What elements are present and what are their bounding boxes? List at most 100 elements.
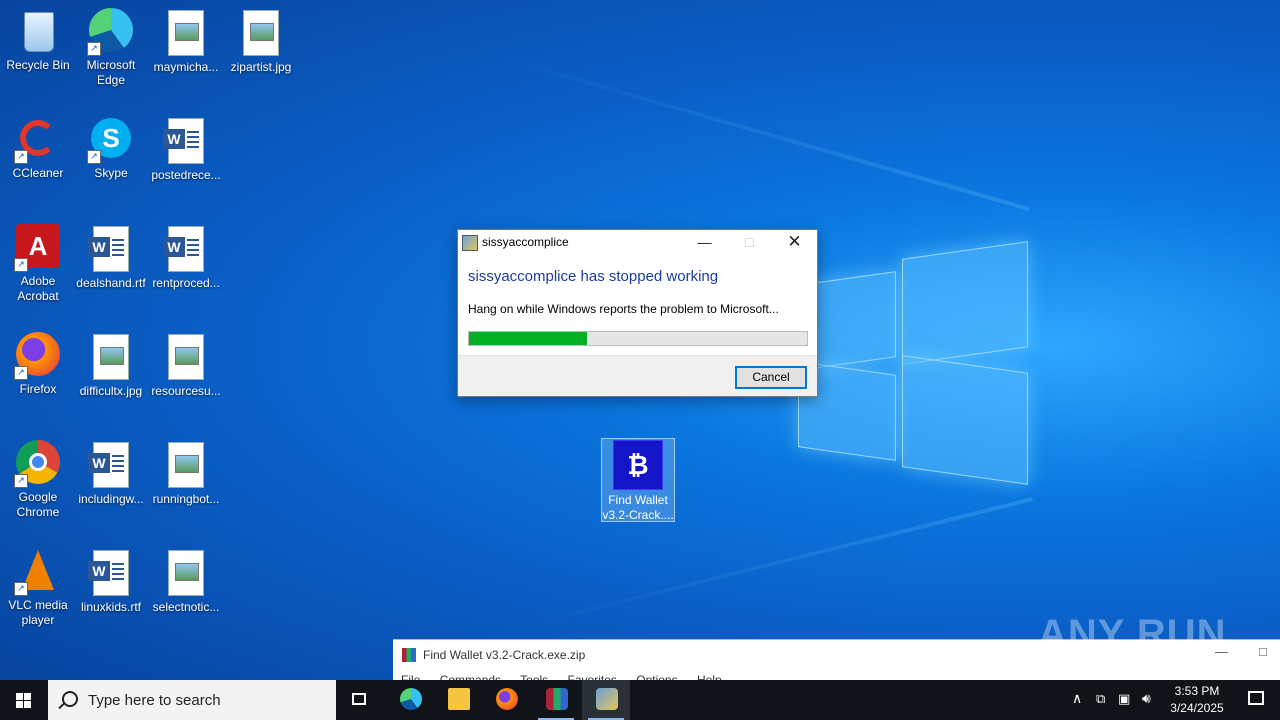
desktop-icon-label: postedrece... [151,168,221,182]
desktop-icon-ccleaner[interactable]: ↗ CCleaner [0,116,76,181]
taskbar-winrar[interactable] [532,680,580,720]
desktop-icon-linuxkids[interactable]: W linuxkids.rtf [73,548,149,615]
security-icon[interactable]: ⧉ [1096,691,1105,707]
task-view-button[interactable] [336,680,384,720]
desktop-icon-label: CCleaner [12,166,64,180]
desktop-icon-zipartist[interactable]: zipartist.jpg [223,8,299,75]
desktop-icon-runningbot[interactable]: runningbot... [148,440,224,507]
maximize-button: □ [745,234,754,250]
shortcut-arrow-icon: ↗ [14,150,28,164]
dialog-title: sissyaccomplice [482,235,569,249]
network-icon[interactable]: ▣ [1118,691,1130,707]
chevron-up-icon[interactable]: ∧ [1072,690,1082,707]
firefox-icon: ↗ [14,332,62,380]
skype-icon: S ↗ [87,116,135,164]
winrar-icon [402,648,416,662]
shortcut-arrow-icon: ↗ [14,582,28,596]
edge-icon: ↗ [87,8,135,56]
search-placeholder: Type here to search [88,692,221,709]
taskbar-clock[interactable]: 3:53 PM 3/24/2025 [1166,683,1228,717]
edge-icon [400,688,422,710]
taskbar-edge[interactable] [386,680,434,720]
windows-logo-wallpaper [790,240,1030,485]
firefox-icon [496,688,518,710]
desktop-icon-adobe-acrobat[interactable]: A ↗ Adobe Acrobat [0,224,76,304]
image-file-icon [162,334,210,382]
shortcut-arrow-icon: ↗ [14,474,28,488]
desktop-icon-selectnotic[interactable]: selectnotic... [148,548,224,615]
desktop-icon-dealshand[interactable]: W dealshand.rtf [73,224,149,291]
desktop-icon-microsoft-edge[interactable]: ↗ Microsoft Edge [73,8,149,88]
shortcut-arrow-icon: ↗ [14,258,28,272]
taskbar-sissyaccomplice[interactable] [582,680,630,720]
desktop-icon-includingw[interactable]: W includingw... [73,440,149,507]
task-view-icon [352,693,366,705]
desktop-icon-postedrece[interactable]: W postedrece... [148,116,224,183]
word-document-icon: W [87,550,135,598]
dialog-message: Hang on while Windows reports the proble… [468,302,779,316]
desktop-icon-maymicha[interactable]: maymicha... [148,8,224,75]
shortcut-arrow-icon: ↗ [87,42,101,56]
desktop-icon-skype[interactable]: S ↗ Skype [73,116,149,181]
word-document-icon: W [162,226,210,274]
desktop-icon-difficultx[interactable]: difficultx.jpg [73,332,149,399]
desktop-icon-label: VLC media player [8,598,68,627]
clock-time: 3:53 PM [1174,684,1220,698]
desktop-icon-google-chrome[interactable]: ↗ Google Chrome [0,440,76,520]
taskbar-firefox[interactable] [482,680,530,720]
desktop-icon-rentproced[interactable]: W rentproced... [148,224,224,291]
desktop-icon-label: Firefox [19,382,57,396]
desktop-icon-vlc[interactable]: ↗ VLC media player [0,548,76,628]
desktop-icon-resourcesu[interactable]: resourcesu... [148,332,224,399]
shortcut-arrow-icon: ↗ [87,150,101,164]
winrar-icon [546,688,568,710]
app-icon [596,688,618,710]
clock-date: 3/24/2025 [1170,701,1224,715]
desktop-icon-label: Adobe Acrobat [17,274,59,303]
close-button[interactable]: ✕ [772,230,817,254]
desktop-icon-label: Recycle Bin [6,58,70,72]
search-icon [62,691,78,707]
notification-button[interactable] [1232,680,1280,720]
desktop-icon-label: linuxkids.rtf [80,600,142,614]
desktop-icon-find-wallet[interactable]: ₿ Find Wallet v3.2-Crack.... [601,438,675,522]
desktop-icon-label: difficultx.jpg [79,384,143,398]
dialog-titlebar[interactable]: sissyaccomplice — □ ✕ [458,230,817,254]
anyrun-watermark: ANY RUN [1038,612,1227,656]
desktop-icon-label: Skype [94,166,128,180]
desktop-icon-recycle-bin[interactable]: Recycle Bin [0,8,76,73]
shortcut-arrow-icon: ↗ [14,366,28,380]
recycle-bin-icon [14,8,62,56]
image-file-icon [162,442,210,490]
word-document-icon: W [87,226,135,274]
dialog-footer: Cancel [458,355,817,396]
winrar-maximize-button[interactable]: □ [1259,644,1267,659]
chrome-icon: ↗ [14,440,62,488]
folder-icon [448,688,470,710]
desktop-icon-label: Find Wallet v3.2-Crack.... [602,493,674,522]
desktop-icon-label: maymicha... [153,60,219,74]
desktop-icon-label: Microsoft Edge [86,58,136,87]
progress-bar [468,331,808,346]
cancel-button[interactable]: Cancel [735,366,807,389]
image-file-icon [162,10,210,58]
minimize-button[interactable]: — [682,230,727,254]
winrar-title: Find Wallet v3.2-Crack.exe.zip [423,648,586,662]
start-button[interactable] [0,680,48,720]
desktop-icon-label: Google Chrome [16,490,60,519]
desktop-icon-label: runningbot... [152,492,220,506]
dialog-heading: sissyaccomplice has stopped working [468,268,719,285]
desktop-icon-label: rentproced... [152,276,220,290]
desktop-icon-firefox[interactable]: ↗ Firefox [0,332,76,397]
taskbar-file-explorer[interactable] [434,680,482,720]
taskbar-search[interactable]: Type here to search [48,680,336,720]
desktop-icon-label: includingw... [78,492,144,506]
system-tray: ∧ ⧉ ▣ 🔊︎ [1068,680,1164,720]
desktop-icon-label: resourcesu... [151,384,221,398]
error-dialog: sissyaccomplice — □ ✕ sissyaccomplice ha… [457,229,818,397]
app-icon [462,235,478,251]
image-file-icon [237,10,285,58]
desktop-icon-label: selectnotic... [152,600,220,614]
volume-icon[interactable]: 🔊︎ [1142,690,1151,707]
notification-icon [1248,691,1264,705]
